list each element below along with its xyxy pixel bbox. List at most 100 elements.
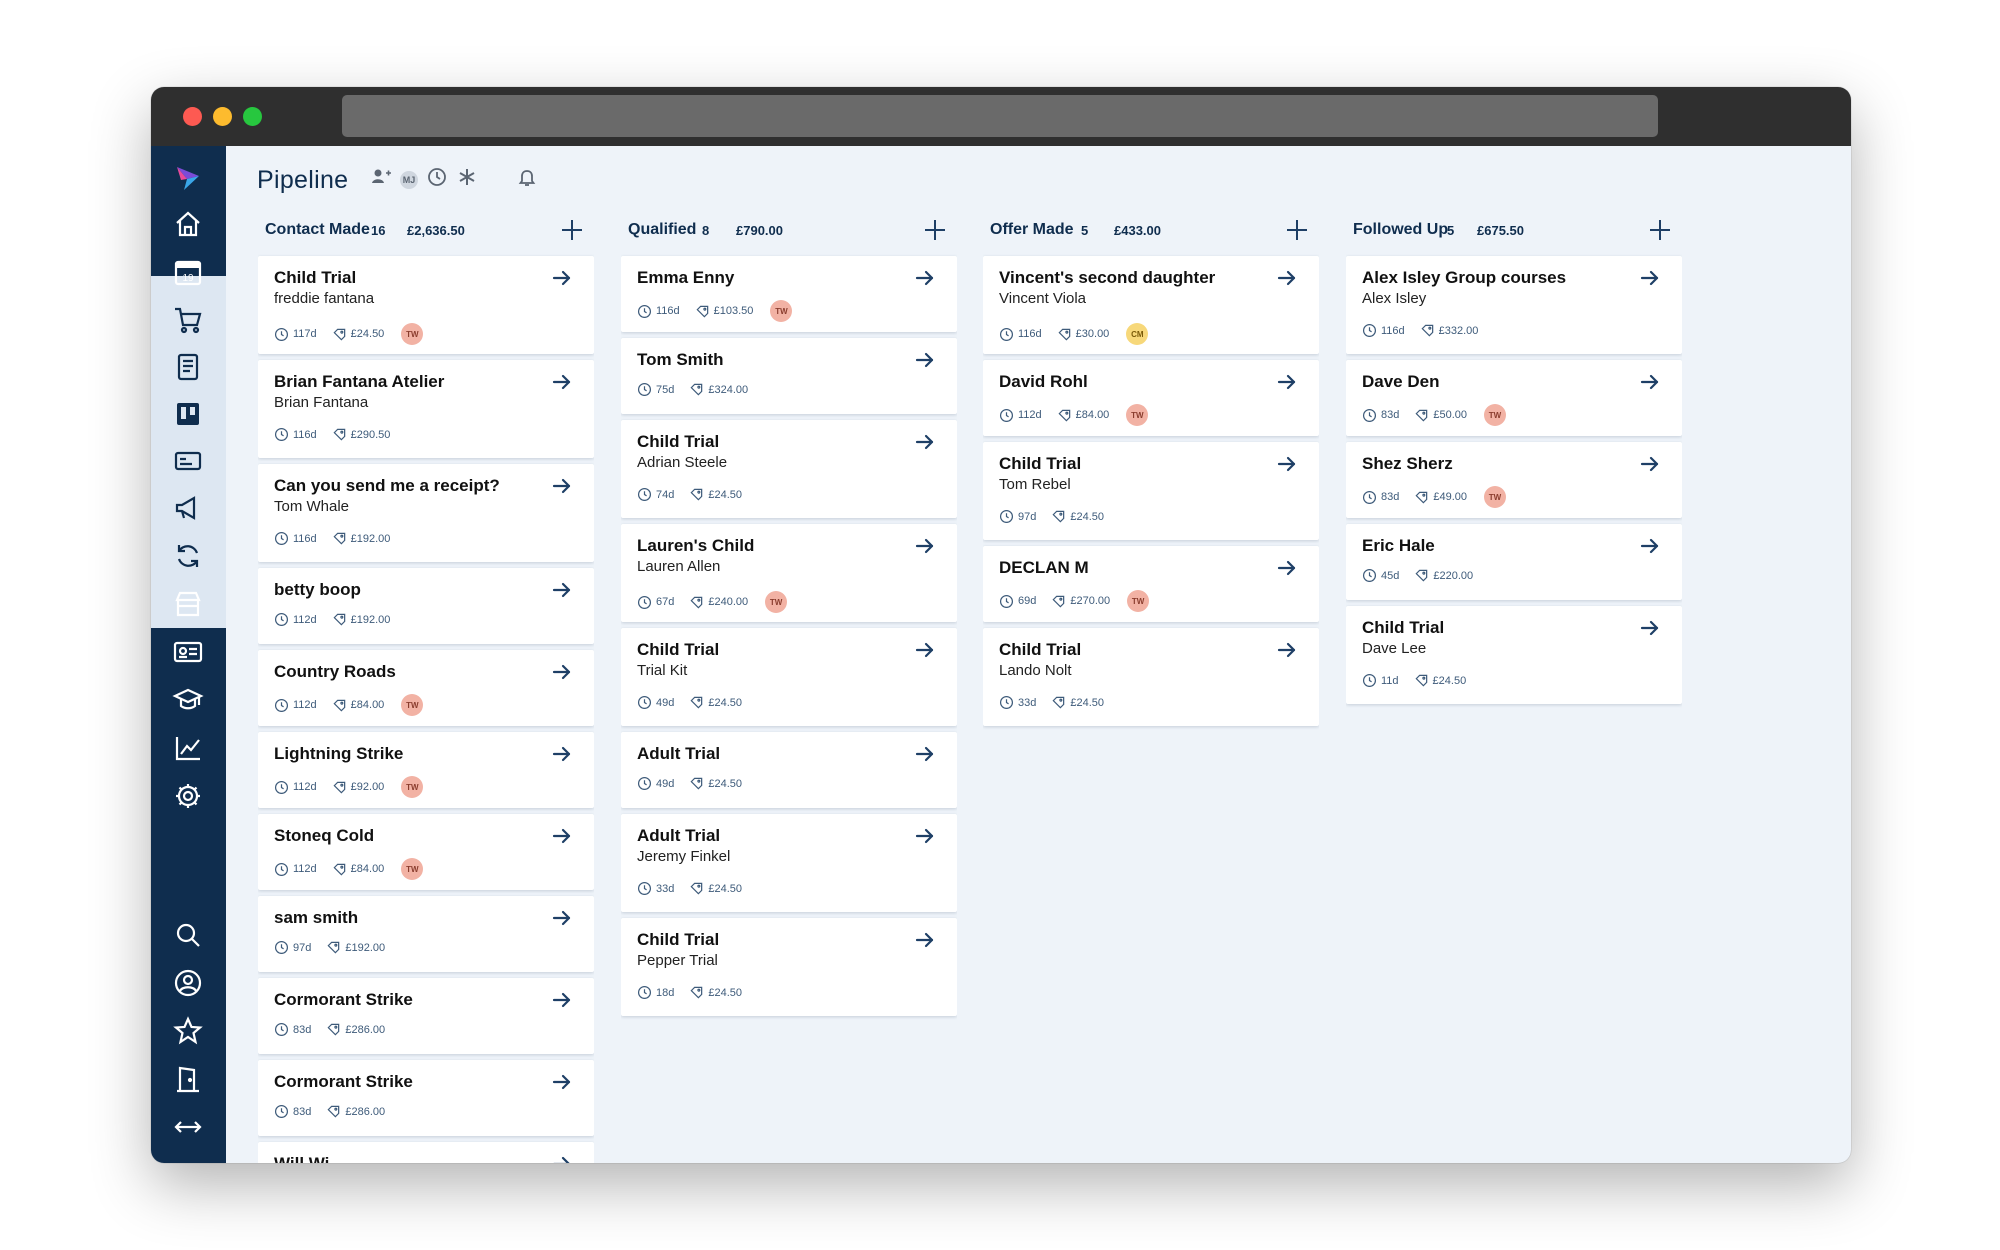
assignee-avatar[interactable]: TW [1484,486,1507,508]
assignee-avatar[interactable]: TW [1127,590,1150,612]
star-icon[interactable] [167,1010,209,1052]
pipeline-card[interactable]: Eric Hale 45d £220.00 [1346,524,1682,600]
open-card-button[interactable] [913,824,937,848]
pipeline-card[interactable]: Vincent's second daughter Vincent Viola 11… [983,256,1319,354]
graduation-icon[interactable] [167,679,209,721]
home-icon[interactable] [167,203,209,245]
close-window-button[interactable] [183,107,202,126]
open-card-button[interactable] [913,430,937,454]
open-card-button[interactable] [913,638,937,662]
open-card-button[interactable] [913,266,937,290]
open-card-button[interactable] [550,1152,574,1163]
pipeline-card[interactable]: Child Trial Dave Lee 11d £24.50 [1346,606,1682,704]
maximize-window-button[interactable] [243,107,262,126]
pipeline-card[interactable]: Child Trial freddie fantana 117d £24.50 TW [258,256,594,354]
board-icon[interactable] [167,393,209,435]
assignee-avatar[interactable]: TW [401,323,424,345]
asterisk-icon[interactable] [456,166,478,193]
add-card-button[interactable] [558,216,586,244]
cart-icon[interactable] [167,299,209,341]
pipeline-card[interactable]: Brian Fantana Atelier Brian Fantana 116d £2… [258,360,594,458]
pipeline-card[interactable]: Adult Trial 49d £24.50 [621,732,957,808]
assignee-avatar[interactable]: TW [401,858,424,880]
pipeline-card[interactable]: Cormorant Strike 83d £286.00 [258,978,594,1054]
pipeline-card[interactable]: Dave Den 83d £50.00 TW [1346,360,1682,436]
open-card-button[interactable] [550,266,574,290]
sync-icon[interactable] [167,535,209,577]
open-card-button[interactable] [1638,616,1662,640]
open-card-button[interactable] [1275,266,1299,290]
open-card-button[interactable] [1275,638,1299,662]
search-icon[interactable] [167,914,209,956]
assignee-avatar[interactable]: TW [401,694,424,716]
logo-icon[interactable] [167,157,209,199]
add-card-button[interactable] [921,216,949,244]
assignee-avatar[interactable]: CM [1126,323,1149,345]
assignee-avatar[interactable]: TW [1484,404,1507,426]
open-card-button[interactable] [550,578,574,602]
chart-line-icon[interactable] [167,727,209,769]
pipeline-card[interactable]: sam smith 97d £192.00 [258,896,594,972]
pipeline-card[interactable]: Child Trial Pepper Trial 18d £24.50 [621,918,957,1016]
assignee-avatar[interactable]: TW [770,300,793,322]
user-badge[interactable]: MJ [400,170,418,189]
pipeline-card[interactable]: Child Trial Adrian Steele 74d £24.50 [621,420,957,518]
open-card-button[interactable] [550,370,574,394]
assignee-avatar[interactable]: TW [401,776,424,798]
open-card-button[interactable] [913,534,937,558]
pipeline-card[interactable]: Adult Trial Jeremy Finkel 33d £24.50 [621,814,957,912]
pipeline-card[interactable]: Child Trial Tom Rebel 97d £24.50 [983,442,1319,540]
pipeline-card[interactable]: Can you send me a receipt? Tom Whale 116d £… [258,464,594,562]
add-card-button[interactable] [1283,216,1311,244]
pipeline-card[interactable]: Child Trial Lando Nolt 33d £24.50 [983,628,1319,726]
pipeline-card[interactable]: David Rohl 112d £84.00 TW [983,360,1319,436]
assignee-avatar[interactable]: TW [765,591,788,613]
open-card-button[interactable] [1275,452,1299,476]
pipeline-card[interactable]: Lauren's Child Lauren Allen 67d £240.00 TW [621,524,957,622]
open-card-button[interactable] [1638,452,1662,476]
add-card-button[interactable] [1646,216,1674,244]
open-card-button[interactable] [550,988,574,1012]
assignee-avatar[interactable]: TW [1126,404,1149,426]
open-card-button[interactable] [1638,370,1662,394]
megaphone-icon[interactable] [167,487,209,529]
pipeline-card[interactable]: Country Roads 112d £84.00 TW [258,650,594,726]
open-card-button[interactable] [1638,534,1662,558]
store-icon[interactable] [167,583,209,625]
open-card-button[interactable] [913,928,937,952]
id-card-icon[interactable] [167,631,209,673]
open-card-button[interactable] [550,742,574,766]
address-bar[interactable] [342,95,1658,137]
pipeline-card[interactable]: Child Trial Trial Kit 49d £24.50 [621,628,957,726]
pipeline-card[interactable]: betty boop 112d £192.00 [258,568,594,644]
open-card-button[interactable] [550,824,574,848]
open-card-button[interactable] [1275,556,1299,580]
pipeline-card[interactable]: Emma Enny 116d £103.50 TW [621,256,957,332]
pipeline-card[interactable]: Stoneq Cold 112d £84.00 TW [258,814,594,890]
door-icon[interactable] [167,1058,209,1100]
minimize-window-button[interactable] [213,107,232,126]
gear-icon[interactable] [167,775,209,817]
open-card-button[interactable] [1275,370,1299,394]
pipeline-card[interactable]: Lightning Strike 112d £92.00 TW [258,732,594,808]
open-card-button[interactable] [1638,266,1662,290]
add-user-icon[interactable] [370,166,392,193]
pipeline-card[interactable]: Will Wi [258,1142,594,1163]
expand-icon[interactable] [167,1106,209,1148]
card-icon[interactable] [167,440,209,482]
calendar-icon[interactable]: 19 [167,251,209,293]
open-card-button[interactable] [550,906,574,930]
clock-icon[interactable] [426,166,448,193]
open-card-button[interactable] [550,660,574,684]
notes-icon[interactable] [167,346,209,388]
pipeline-card[interactable]: Tom Smith 75d £324.00 [621,338,957,414]
bell-icon[interactable] [516,166,538,193]
open-card-button[interactable] [913,742,937,766]
pipeline-card[interactable]: Cormorant Strike 83d £286.00 [258,1060,594,1136]
pipeline-card[interactable]: Shez Sherz 83d £49.00 TW [1346,442,1682,518]
open-card-button[interactable] [550,1070,574,1094]
open-card-button[interactable] [913,348,937,372]
pipeline-card[interactable]: Alex Isley Group courses Alex Isley 116d £3… [1346,256,1682,354]
pipeline-card[interactable]: DECLAN M 69d £270.00 TW [983,546,1319,622]
user-icon[interactable] [167,962,209,1004]
